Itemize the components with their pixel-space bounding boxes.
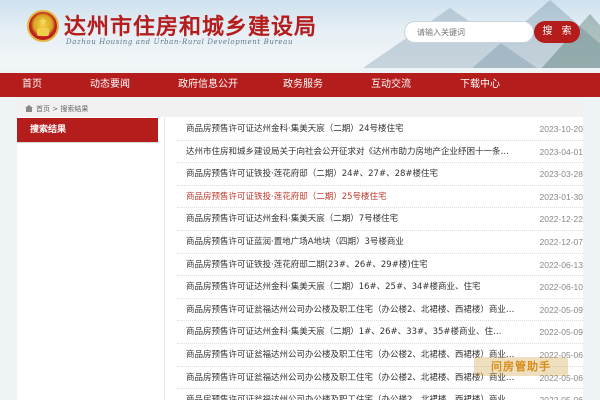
- result-row[interactable]: 商品房预售许可证达州金科·集美天宸（二期）24号楼住宅 2023-10-20: [177, 118, 583, 141]
- result-row[interactable]: 商品房预售许可证瓮福达州公司办公楼及职工住宅（办公楼2、北裙楼、西裙楼）商业办公…: [177, 389, 583, 400]
- result-row[interactable]: 商品房预售许可证达州金科·集美天宸（二期）7号楼住宅 2022-12-22: [177, 208, 583, 231]
- watermark-label: 问房管助手: [474, 357, 568, 376]
- emblem-gate-icon: [37, 28, 49, 36]
- result-date: 2022-12-22: [539, 214, 583, 225]
- result-row[interactable]: 达州市住房和城乡建设局关于向社会公开征求对《达州市助力房地产企业纾困十一条措施》…: [177, 141, 583, 164]
- site-header: ★ 达州市住房和城乡建设局 Dazhou Housing and Urban-R…: [0, 0, 600, 68]
- result-date: 2023-10-20: [539, 124, 583, 134]
- result-title[interactable]: 商品房预售许可证蓝润·置地广场A地块（四期）3号楼商业: [186, 231, 516, 253]
- result-date: 2023-03-28: [539, 169, 583, 180]
- nav-item-news[interactable]: 动态要闻: [64, 73, 156, 97]
- result-title[interactable]: 商品房预售许可证瓮福达州公司办公楼及职工住宅（办公楼2、北裙楼、西裙楼）商业办公: [186, 367, 516, 389]
- home-icon[interactable]: [25, 105, 33, 112]
- national-emblem-icon: ★: [27, 10, 59, 42]
- result-title[interactable]: 商品房预售许可证铁投·莲花府邸二期(23#、26#、29#楼)住宅: [186, 254, 516, 276]
- result-title[interactable]: 商品房预售许可证铁投·莲花府邸（二期）25号楼住宅: [186, 186, 516, 208]
- result-row[interactable]: 商品房预售许可证铁投·莲花府邸（二期）24#、27#、28#楼住宅 2023-03…: [177, 163, 583, 186]
- column-divider: [164, 118, 165, 400]
- nav-item-downloads[interactable]: 下载中心: [436, 73, 524, 97]
- result-title[interactable]: 商品房预售许可证瓮福达州公司办公楼及职工住宅（办公楼2、北裙楼、西裙楼）商业办公: [186, 299, 516, 321]
- nav-item-home[interactable]: 首页: [0, 73, 64, 97]
- result-date: 2022-05-06: [540, 389, 583, 400]
- result-row[interactable]: 商品房预售许可证达州金科·集美天宸（二期）1#、26#、33#、35#楼商业、住…: [177, 321, 583, 344]
- nav-item-extra[interactable]: [524, 73, 600, 97]
- page: ★ 达州市住房和城乡建设局 Dazhou Housing and Urban-R…: [0, 0, 600, 400]
- nav-item-gov-info[interactable]: 政府信息公开: [156, 73, 260, 97]
- result-row[interactable]: 商品房预售许可证铁投·莲花府邸（二期）25号楼住宅 2023-01-30: [177, 186, 583, 209]
- result-row[interactable]: 商品房预售许可证铁投·莲花府邸二期(23#、26#、29#楼)住宅 2022-06…: [177, 254, 583, 277]
- nav-item-interaction[interactable]: 互动交流: [346, 73, 436, 97]
- result-row[interactable]: 商品房预售许可证蓝润·置地广场A地块（四期）3号楼商业 2022-12-07: [177, 231, 583, 254]
- result-date: 2022-06-10: [539, 282, 583, 293]
- search-button[interactable]: 搜 索: [534, 21, 580, 43]
- result-date: 2023-04-01: [539, 146, 583, 157]
- result-title[interactable]: 商品房预售许可证达州金科·集美天宸（二期）16#、25#、34#楼商业、住宅: [186, 276, 516, 298]
- content-panel: 首页 > 搜索结果 搜索结果 商品房预售许可证达州金科·集美天宸（二期）24号楼…: [17, 101, 583, 400]
- site-subtitle: Dazhou Housing and Urban-Rural Developme…: [66, 38, 294, 46]
- result-row[interactable]: 商品房预售许可证达州金科·集美天宸（二期）16#、25#、34#楼商业、住宅 20…: [177, 276, 583, 299]
- result-title[interactable]: 商品房预售许可证达州金科·集美天宸（二期）24号楼住宅: [186, 118, 516, 140]
- result-title[interactable]: 达州市住房和城乡建设局关于向社会公开征求对《达州市助力房地产企业纾困十一条措施》…: [186, 141, 516, 163]
- sidebar-divider: [17, 142, 158, 143]
- result-date: 2022-06-13: [539, 259, 583, 270]
- result-date: 2022-05-09: [539, 304, 583, 315]
- nav-item-services[interactable]: 政务服务: [260, 73, 346, 97]
- sidebar-title[interactable]: 搜索结果: [17, 118, 158, 142]
- breadcrumb-text[interactable]: 首页 > 搜索结果: [36, 105, 88, 113]
- result-title[interactable]: 商品房预售许可证瓮福达州公司办公楼及职工住宅（办公楼2、北裙楼、西裙楼）商业办公: [186, 389, 516, 400]
- result-title[interactable]: 商品房预售许可证铁投·莲花府邸（二期）24#、27#、28#楼住宅: [186, 163, 516, 185]
- result-row[interactable]: 商品房预售许可证瓮福达州公司办公楼及职工住宅（办公楼2、北裙楼、西裙楼）商业办公…: [177, 299, 583, 322]
- site-title[interactable]: 达州市住房和城乡建设局: [64, 9, 317, 41]
- result-date: 2022-12-07: [539, 236, 583, 247]
- result-title[interactable]: 商品房预售许可证达州金科·集美天宸（二期）7号楼住宅: [186, 208, 516, 230]
- breadcrumb: 首页 > 搜索结果: [17, 101, 583, 117]
- main-nav: 首页 动态要闻 政府信息公开 政务服务 互动交流 下载中心: [0, 73, 600, 97]
- search-input[interactable]: [404, 21, 534, 43]
- result-title[interactable]: 商品房预售许可证达州金科·集美天宸（二期）1#、26#、33#、35#楼商业、住…: [186, 321, 516, 343]
- emblem-star-icon: ★: [38, 15, 48, 28]
- result-date: 2022-05-09: [539, 327, 583, 338]
- result-title[interactable]: 商品房预售许可证瓮福达州公司办公楼及职工住宅（办公楼2、北裙楼、西裙楼）商业办公: [186, 344, 516, 366]
- result-date: 2023-01-30: [539, 191, 583, 202]
